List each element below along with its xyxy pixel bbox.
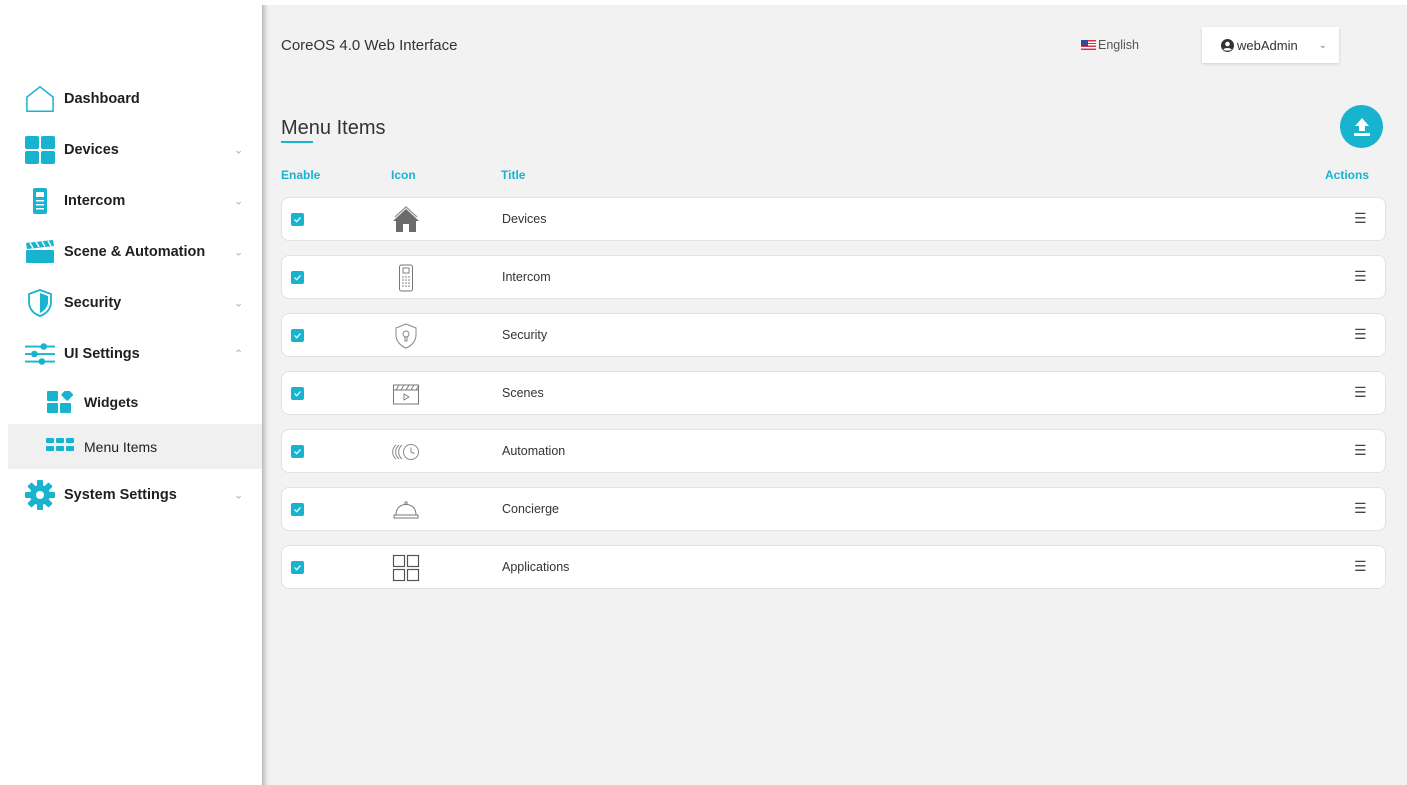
service-bell-icon — [390, 494, 422, 526]
enable-checkbox[interactable] — [291, 561, 304, 574]
sidebar-subitem-menu-items[interactable]: Menu Items — [8, 424, 262, 469]
sidebar-item-label: Devices — [64, 141, 119, 158]
drag-handle-icon[interactable]: ☰ — [1354, 384, 1367, 401]
language-label: English — [1098, 38, 1139, 52]
sidebar: Dashboard Devices ⌄ Intercom ⌄ Scene & A… — [8, 5, 262, 785]
chevron-down-icon[interactable]: ⌄ — [234, 194, 243, 207]
sidebar-divider — [262, 5, 270, 785]
drag-handle-icon[interactable]: ☰ — [1354, 210, 1367, 227]
sidebar-item-ui-settings[interactable]: UI Settings ⌃ — [8, 328, 262, 379]
drag-handle-icon[interactable]: ☰ — [1354, 268, 1367, 285]
sidebar-item-label: Dashboard — [64, 90, 140, 107]
enable-checkbox[interactable] — [291, 271, 304, 284]
table-row: Scenes ☰ — [281, 371, 1386, 415]
user-circle-icon — [1221, 38, 1234, 52]
intercom-icon — [390, 262, 422, 294]
sidebar-item-label: Widgets — [84, 393, 139, 410]
menu-grid-icon — [46, 436, 74, 458]
table-row: Automation ☰ — [281, 429, 1386, 473]
widgets-icon — [46, 390, 74, 413]
table-row: Devices ☰ — [281, 197, 1386, 241]
sidebar-item-label: System Settings — [64, 486, 177, 503]
table-row: Applications ☰ — [281, 545, 1386, 589]
upload-button[interactable] — [1340, 105, 1383, 148]
drag-handle-icon[interactable]: ☰ — [1354, 326, 1367, 343]
column-header-icon: Icon — [391, 168, 416, 182]
sidebar-item-label: Intercom — [64, 192, 126, 209]
app-title: CoreOS 4.0 Web Interface — [281, 37, 458, 54]
chevron-down-icon[interactable]: ⌄ — [234, 143, 243, 156]
clapperboard-icon — [25, 237, 55, 267]
enable-checkbox[interactable] — [291, 387, 304, 400]
enable-checkbox[interactable] — [291, 445, 304, 458]
clapperboard-icon — [390, 378, 422, 410]
table-row: Concierge ☰ — [281, 487, 1386, 531]
app-window: Dashboard Devices ⌄ Intercom ⌄ Scene & A… — [0, 0, 1407, 785]
sidebar-item-system-settings[interactable]: System Settings ⌄ — [8, 469, 262, 520]
sidebar-item-security[interactable]: Security ⌄ — [8, 277, 262, 328]
sliders-icon — [25, 339, 55, 369]
table-row: Security ☰ — [281, 313, 1386, 357]
sidebar-item-label: Security — [64, 294, 122, 311]
sidebar-item-dashboard[interactable]: Dashboard — [8, 73, 262, 124]
gear-icon — [25, 479, 55, 510]
drag-handle-icon[interactable]: ☰ — [1354, 500, 1367, 517]
sidebar-item-label: Menu Items — [84, 438, 158, 455]
drag-handle-icon[interactable]: ☰ — [1354, 442, 1367, 459]
enable-checkbox[interactable] — [291, 213, 304, 226]
chevron-down-icon: ⌄ — [1318, 39, 1327, 51]
sidebar-item-label: UI Settings — [64, 345, 140, 362]
chevron-down-icon[interactable]: ⌄ — [234, 296, 243, 309]
grid-icon — [25, 135, 55, 165]
column-header-enable: Enable — [281, 168, 321, 182]
applications-grid-icon — [390, 552, 422, 584]
house-icon — [390, 204, 422, 236]
title-underline — [281, 141, 313, 143]
house-outline-icon — [25, 84, 55, 114]
sidebar-item-label: Scene & Automation — [64, 243, 206, 260]
shield-icon — [25, 288, 55, 318]
row-title: Applications — [502, 560, 570, 574]
row-title: Concierge — [502, 502, 559, 516]
table-row: Intercom ☰ — [281, 255, 1386, 299]
chevron-down-icon[interactable]: ⌄ — [234, 245, 243, 258]
enable-checkbox[interactable] — [291, 503, 304, 516]
row-title: Security — [502, 328, 548, 342]
username-label: webAdmin — [1237, 37, 1298, 53]
user-menu[interactable]: webAdmin ⌄ — [1202, 27, 1339, 63]
chevron-down-icon[interactable]: ⌄ — [234, 488, 243, 501]
page-title: Menu Items — [281, 117, 386, 139]
row-title: Intercom — [502, 270, 551, 284]
row-title: Devices — [502, 212, 547, 226]
language-selector[interactable]: English — [1081, 38, 1139, 52]
row-title: Scenes — [502, 386, 544, 400]
chevron-up-icon[interactable]: ⌃ — [234, 347, 243, 360]
us-flag-icon — [1081, 40, 1096, 50]
main-content: CoreOS 4.0 Web Interface English webAdmi… — [270, 5, 1407, 785]
upload-icon — [1353, 117, 1370, 136]
column-header-actions: Actions — [1325, 168, 1370, 182]
sidebar-item-devices[interactable]: Devices ⌄ — [8, 124, 262, 175]
logo-area — [8, 5, 262, 73]
row-title: Automation — [502, 444, 566, 458]
intercom-icon — [25, 186, 55, 216]
sidebar-item-intercom[interactable]: Intercom ⌄ — [8, 175, 262, 226]
automation-clock-icon — [390, 436, 422, 468]
sidebar-subitem-widgets[interactable]: Widgets — [8, 379, 262, 424]
enable-checkbox[interactable] — [291, 329, 304, 342]
shield-icon — [390, 320, 422, 352]
drag-handle-icon[interactable]: ☰ — [1354, 558, 1367, 575]
column-header-title: Title — [501, 168, 526, 182]
sidebar-item-scene-automation[interactable]: Scene & Automation ⌄ — [8, 226, 262, 277]
